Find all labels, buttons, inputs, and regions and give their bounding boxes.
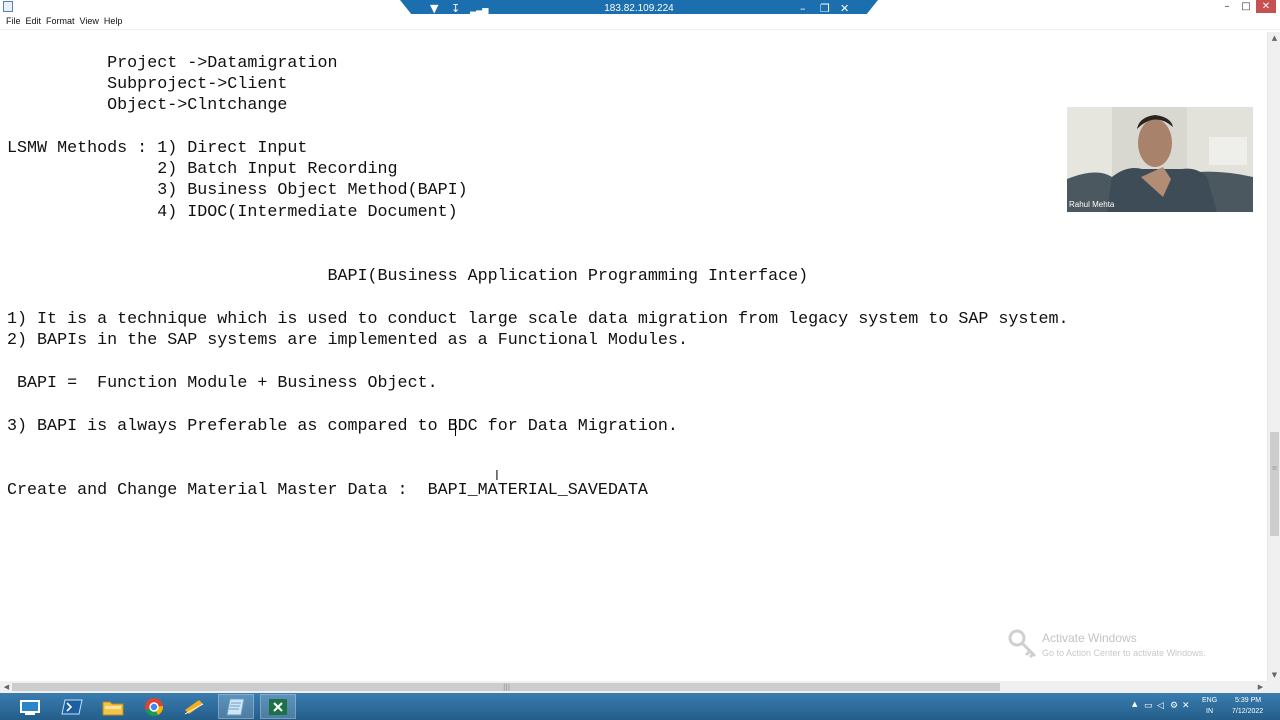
network-icon[interactable]: ▭ [1144, 701, 1153, 711]
window-controls: – □ ✕ [1218, 0, 1276, 14]
folder-icon [102, 701, 124, 715]
volume-icon[interactable]: ◁ [1157, 701, 1164, 711]
taskbar-sap-logon[interactable] [176, 694, 212, 719]
menu-format[interactable]: Format [44, 14, 78, 29]
menu-view[interactable]: View [78, 14, 102, 29]
scroll-thumb-grip-icon: ||| [503, 683, 511, 691]
vertical-scrollbar[interactable]: ▲ ≡ ▼ [1267, 32, 1280, 681]
text-line: Create and Change Material Master Data :… [7, 481, 648, 500]
scroll-thumb-grip-icon: ≡ [1271, 464, 1278, 472]
watermark-title: Activate Windows [1042, 631, 1137, 645]
menu-help[interactable]: Help [102, 14, 126, 29]
key-icon [1008, 629, 1037, 659]
scroll-right-icon[interactable]: ▶ [1254, 683, 1267, 691]
taskbar-file-explorer[interactable] [95, 694, 131, 719]
text-line: Project ->Datamigration [7, 54, 338, 73]
scroll-up-icon[interactable]: ▲ [1268, 34, 1280, 42]
taskbar: ▲ ▭ ◁ ⚙ ✕ ENG IN 5:39 PM 7/12/2022 [0, 693, 1280, 720]
taskbar-notepad[interactable] [218, 694, 254, 719]
activate-windows-watermark: Activate Windows Go to Action Center to … [1006, 627, 1246, 663]
taskbar-powershell[interactable] [54, 694, 90, 719]
text-line: Object->Clntchange [7, 96, 288, 115]
rdp-address: 183.82.109.224 [604, 3, 674, 14]
taskbar-excel[interactable] [260, 694, 296, 719]
start-icon [20, 699, 40, 715]
participant-video [1067, 107, 1253, 212]
audio-muted-icon[interactable]: ✕ [1182, 701, 1190, 711]
language-indicator[interactable]: ENG [1202, 697, 1217, 704]
size-grip [1267, 681, 1280, 693]
text-line: BAPI = Function Module + Business Object… [7, 374, 438, 393]
watermark-subtitle: Go to Action Center to activate Windows. [1042, 648, 1206, 658]
clock-date[interactable]: 7/12/2022 [1232, 708, 1263, 715]
minimize-button[interactable]: – [1218, 0, 1236, 13]
text-line: LSMW Methods : 1) Direct Input [7, 139, 308, 158]
close-button[interactable]: ✕ [1256, 0, 1276, 13]
system-tray: ▲ ▭ ◁ ⚙ ✕ ENG IN 5:39 PM 7/12/2022 [1130, 693, 1280, 720]
text-line: 2) BAPIs in the SAP systems are implemen… [7, 331, 688, 350]
language-region[interactable]: IN [1206, 708, 1213, 715]
show-hidden-icons-icon[interactable]: ▲ [1132, 700, 1137, 708]
participant-name: Rahul Mehta [1069, 200, 1115, 209]
text-line: 1) It is a technique which is used to co… [7, 310, 1069, 329]
clock-time[interactable]: 5:39 PM [1235, 697, 1261, 704]
notepad-app-icon [3, 1, 13, 12]
notepad-icon [226, 698, 245, 715]
maximize-button[interactable]: □ [1237, 0, 1255, 13]
excel-icon [269, 698, 287, 715]
taskbar-chrome[interactable] [136, 694, 172, 719]
text-line: 2) Batch Input Recording [7, 160, 398, 179]
text-line: 3) BAPI is always Preferable as compared… [7, 417, 678, 436]
action-center-icon[interactable]: ⚙ [1170, 701, 1178, 711]
text-line: BAPI(Business Application Programming In… [7, 267, 809, 286]
text-line: 3) Business Object Method(BAPI) [7, 181, 468, 200]
text-line: 4) IDOC(Intermediate Document) [7, 203, 458, 222]
ibeam-cursor-icon: I [495, 469, 499, 484]
start-button[interactable] [12, 694, 48, 719]
menu-bar: File Edit Format View Help [0, 14, 1280, 30]
menu-file[interactable]: File [4, 14, 24, 29]
text-line: Subproject->Client [7, 75, 288, 94]
sap-logon-icon [184, 699, 204, 714]
chrome-icon [145, 697, 164, 716]
vertical-scroll-thumb[interactable] [1270, 432, 1279, 536]
scroll-down-icon[interactable]: ▼ [1268, 671, 1280, 679]
menu-edit[interactable]: Edit [24, 14, 45, 29]
horizontal-scrollbar[interactable]: ◀ ||| ▶ [0, 681, 1267, 693]
text-caret [455, 419, 456, 436]
webcam-video-tile: Rahul Mehta [1067, 107, 1253, 212]
powershell-icon [61, 699, 83, 714]
